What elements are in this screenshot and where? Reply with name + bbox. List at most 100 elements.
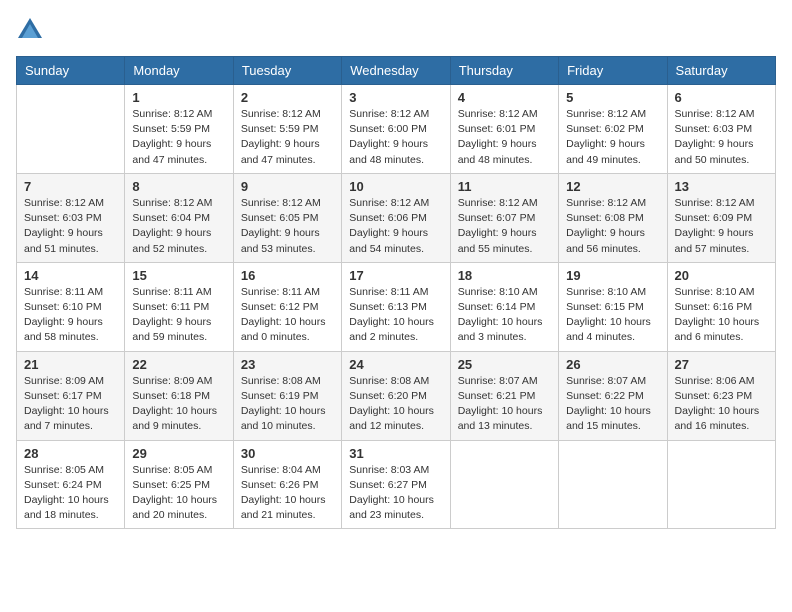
day-info: Sunrise: 8:12 AM Sunset: 6:04 PM Dayligh… [132, 196, 225, 257]
day-number: 8 [132, 179, 225, 194]
calendar-cell [667, 440, 775, 529]
day-number: 19 [566, 268, 659, 283]
day-info: Sunrise: 8:12 AM Sunset: 6:02 PM Dayligh… [566, 107, 659, 168]
day-number: 25 [458, 357, 551, 372]
day-number: 27 [675, 357, 768, 372]
day-info: Sunrise: 8:07 AM Sunset: 6:22 PM Dayligh… [566, 374, 659, 435]
day-info: Sunrise: 8:12 AM Sunset: 6:05 PM Dayligh… [241, 196, 334, 257]
calendar-cell: 5Sunrise: 8:12 AM Sunset: 6:02 PM Daylig… [559, 85, 667, 174]
day-number: 28 [24, 446, 117, 461]
weekday-header-cell: Friday [559, 57, 667, 85]
calendar-week-row: 1 Sunrise: 8:12 AM Sunset: 5:59 PM Daylig… [17, 85, 776, 174]
calendar-cell: 12Sunrise: 8:12 AM Sunset: 6:08 PM Dayli… [559, 173, 667, 262]
calendar-cell: 6Sunrise: 8:12 AM Sunset: 6:03 PM Daylig… [667, 85, 775, 174]
day-number: 16 [241, 268, 334, 283]
calendar-cell: 25 Sunrise: 8:07 AM Sunset: 6:21 PM Dayli… [450, 351, 558, 440]
day-info: Sunrise: 8:12 AM Sunset: 5:59 PM Dayligh… [132, 107, 225, 168]
day-info: Sunrise: 8:11 AM Sunset: 6:13 PM Dayligh… [349, 285, 442, 346]
calendar-cell: 3Sunrise: 8:12 AM Sunset: 6:00 PM Daylig… [342, 85, 450, 174]
calendar-week-row: 14 Sunrise: 8:11 AM Sunset: 6:10 PM Dayli… [17, 262, 776, 351]
calendar-cell: 1 Sunrise: 8:12 AM Sunset: 5:59 PM Daylig… [125, 85, 233, 174]
day-number: 30 [241, 446, 334, 461]
calendar-cell: 9 Sunrise: 8:12 AM Sunset: 6:05 PM Daylig… [233, 173, 341, 262]
day-number: 6 [675, 90, 768, 105]
calendar-cell: 21 Sunrise: 8:09 AM Sunset: 6:17 PM Dayli… [17, 351, 125, 440]
logo-icon [16, 16, 44, 44]
calendar-cell: 16 Sunrise: 8:11 AM Sunset: 6:12 PM Dayli… [233, 262, 341, 351]
calendar-cell: 11Sunrise: 8:12 AM Sunset: 6:07 PM Dayli… [450, 173, 558, 262]
calendar-cell: 20 Sunrise: 8:10 AM Sunset: 6:16 PM Dayli… [667, 262, 775, 351]
calendar-cell: 18 Sunrise: 8:10 AM Sunset: 6:14 PM Dayli… [450, 262, 558, 351]
calendar-cell [17, 85, 125, 174]
day-number: 20 [675, 268, 768, 283]
calendar-cell: 19 Sunrise: 8:10 AM Sunset: 6:15 PM Dayli… [559, 262, 667, 351]
calendar-cell: 14 Sunrise: 8:11 AM Sunset: 6:10 PM Dayli… [17, 262, 125, 351]
day-info: Sunrise: 8:12 AM Sunset: 6:01 PM Dayligh… [458, 107, 551, 168]
day-number: 22 [132, 357, 225, 372]
calendar-cell: 23 Sunrise: 8:08 AM Sunset: 6:19 PM Dayli… [233, 351, 341, 440]
day-info: Sunrise: 8:11 AM Sunset: 6:10 PM Dayligh… [24, 285, 117, 346]
calendar-cell: 13 Sunrise: 8:12 AM Sunset: 6:09 PM Dayli… [667, 173, 775, 262]
day-number: 31 [349, 446, 442, 461]
calendar-cell: 8 Sunrise: 8:12 AM Sunset: 6:04 PM Daylig… [125, 173, 233, 262]
day-info: Sunrise: 8:10 AM Sunset: 6:15 PM Dayligh… [566, 285, 659, 346]
day-info: Sunrise: 8:03 AM Sunset: 6:27 PM Dayligh… [349, 463, 442, 524]
calendar-cell: 30 Sunrise: 8:04 AM Sunset: 6:26 PM Dayli… [233, 440, 341, 529]
calendar-cell: 10 Sunrise: 8:12 AM Sunset: 6:06 PM Dayli… [342, 173, 450, 262]
day-info: Sunrise: 8:07 AM Sunset: 6:21 PM Dayligh… [458, 374, 551, 435]
day-info: Sunrise: 8:05 AM Sunset: 6:25 PM Dayligh… [132, 463, 225, 524]
day-number: 29 [132, 446, 225, 461]
calendar-cell: 7 Sunrise: 8:12 AM Sunset: 6:03 PM Daylig… [17, 173, 125, 262]
calendar-cell [450, 440, 558, 529]
day-number: 9 [241, 179, 334, 194]
day-info: Sunrise: 8:11 AM Sunset: 6:11 PM Dayligh… [132, 285, 225, 346]
calendar-cell: 15 Sunrise: 8:11 AM Sunset: 6:11 PM Dayli… [125, 262, 233, 351]
calendar-cell: 29 Sunrise: 8:05 AM Sunset: 6:25 PM Dayli… [125, 440, 233, 529]
day-number: 14 [24, 268, 117, 283]
day-info: Sunrise: 8:10 AM Sunset: 6:14 PM Dayligh… [458, 285, 551, 346]
calendar-cell: 26 Sunrise: 8:07 AM Sunset: 6:22 PM Dayli… [559, 351, 667, 440]
day-info: Sunrise: 8:12 AM Sunset: 6:08 PM Dayligh… [566, 196, 659, 257]
day-info: Sunrise: 8:06 AM Sunset: 6:23 PM Dayligh… [675, 374, 768, 435]
calendar-cell [559, 440, 667, 529]
day-info: Sunrise: 8:12 AM Sunset: 6:09 PM Dayligh… [675, 196, 768, 257]
day-number: 13 [675, 179, 768, 194]
day-info: Sunrise: 8:09 AM Sunset: 6:18 PM Dayligh… [132, 374, 225, 435]
day-info: Sunrise: 8:10 AM Sunset: 6:16 PM Dayligh… [675, 285, 768, 346]
day-info: Sunrise: 8:09 AM Sunset: 6:17 PM Dayligh… [24, 374, 117, 435]
day-info: Sunrise: 8:12 AM Sunset: 6:03 PM Dayligh… [24, 196, 117, 257]
day-number: 23 [241, 357, 334, 372]
weekday-header-cell: Tuesday [233, 57, 341, 85]
calendar-cell: 2Sunrise: 8:12 AM Sunset: 5:59 PM Daylig… [233, 85, 341, 174]
page-header [16, 16, 776, 44]
weekday-header-cell: Saturday [667, 57, 775, 85]
calendar-cell: 28Sunrise: 8:05 AM Sunset: 6:24 PM Dayli… [17, 440, 125, 529]
day-number: 1 [132, 90, 225, 105]
day-number: 24 [349, 357, 442, 372]
calendar-cell: 31 Sunrise: 8:03 AM Sunset: 6:27 PM Dayli… [342, 440, 450, 529]
day-number: 26 [566, 357, 659, 372]
calendar-week-row: 28Sunrise: 8:05 AM Sunset: 6:24 PM Dayli… [17, 440, 776, 529]
day-info: Sunrise: 8:12 AM Sunset: 6:00 PM Dayligh… [349, 107, 442, 168]
day-number: 7 [24, 179, 117, 194]
calendar-cell: 24 Sunrise: 8:08 AM Sunset: 6:20 PM Dayli… [342, 351, 450, 440]
day-info: Sunrise: 8:08 AM Sunset: 6:19 PM Dayligh… [241, 374, 334, 435]
calendar-week-row: 7 Sunrise: 8:12 AM Sunset: 6:03 PM Daylig… [17, 173, 776, 262]
day-number: 21 [24, 357, 117, 372]
day-info: Sunrise: 8:08 AM Sunset: 6:20 PM Dayligh… [349, 374, 442, 435]
day-info: Sunrise: 8:11 AM Sunset: 6:12 PM Dayligh… [241, 285, 334, 346]
day-info: Sunrise: 8:12 AM Sunset: 6:06 PM Dayligh… [349, 196, 442, 257]
day-number: 15 [132, 268, 225, 283]
day-info: Sunrise: 8:04 AM Sunset: 6:26 PM Dayligh… [241, 463, 334, 524]
day-number: 18 [458, 268, 551, 283]
calendar-cell: 4 Sunrise: 8:12 AM Sunset: 6:01 PM Daylig… [450, 85, 558, 174]
calendar-table: SundayMondayTuesdayWednesdayThursdayFrid… [16, 56, 776, 529]
day-number: 17 [349, 268, 442, 283]
weekday-header-row: SundayMondayTuesdayWednesdayThursdayFrid… [17, 57, 776, 85]
day-number: 10 [349, 179, 442, 194]
calendar-cell: 17 Sunrise: 8:11 AM Sunset: 6:13 PM Dayli… [342, 262, 450, 351]
day-info: Sunrise: 8:12 AM Sunset: 5:59 PM Dayligh… [241, 107, 334, 168]
day-number: 4 [458, 90, 551, 105]
weekday-header-cell: Sunday [17, 57, 125, 85]
day-number: 11 [458, 179, 551, 194]
